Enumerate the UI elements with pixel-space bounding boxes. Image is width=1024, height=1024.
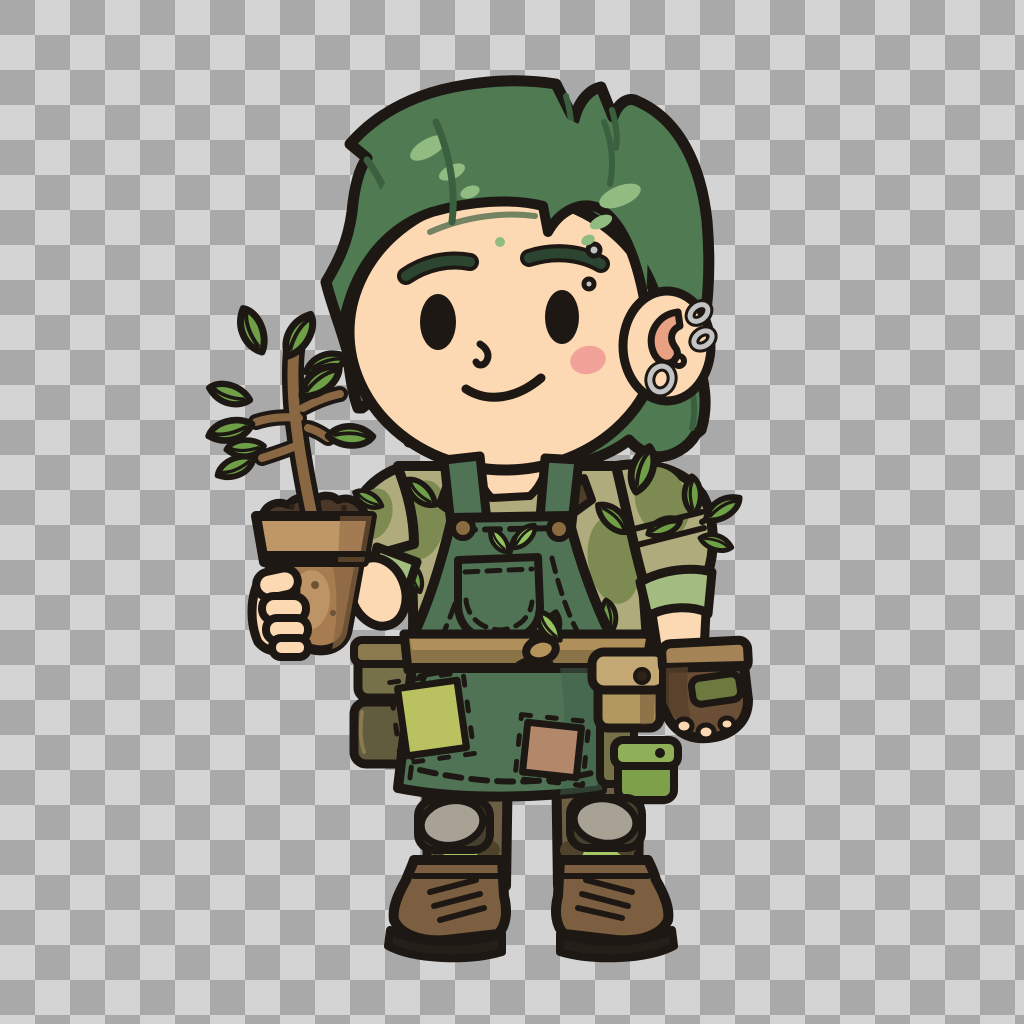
sapling-leaf: [238, 306, 267, 355]
patch-brown: [515, 715, 589, 786]
eye-left: [420, 294, 456, 350]
gripping-hand: [252, 566, 308, 657]
character-illustration: Chibi cartoon gardener character with gr…: [0, 0, 1024, 1024]
knuckle: [720, 718, 734, 730]
sapling-leaf: [207, 376, 252, 413]
combat-boot-right: [556, 860, 674, 958]
tan-belt-pouch: [592, 652, 666, 728]
eyebrow-piercing-bottom: [584, 279, 594, 289]
knee-pads: [418, 795, 642, 850]
glove-strap: [690, 673, 741, 705]
apron-rivet-right: [549, 519, 569, 539]
apron-skirt: [390, 668, 606, 797]
pocket-stitch: [465, 569, 532, 572]
fingerless-glove: [661, 640, 748, 739]
knuckle: [698, 725, 714, 739]
pouch-button: [635, 669, 649, 683]
pouch-button: [655, 748, 665, 758]
knuckle: [676, 719, 692, 733]
eye-right: [545, 290, 579, 344]
eyebrow-piercing-top: [588, 244, 600, 256]
soil-speck: [289, 504, 295, 510]
hair-shine: [495, 237, 505, 247]
apron-rivet-left: [453, 518, 473, 538]
combat-boot-left: [388, 860, 506, 958]
pot-speck: [330, 610, 336, 616]
pot-speck: [311, 581, 319, 589]
sapling-leaf: [327, 421, 374, 451]
green-belt-pouch: [614, 740, 678, 800]
sapling-leaf: [276, 311, 322, 359]
chest-pocket: [458, 557, 540, 641]
transparency-checkerboard: Chibi cartoon gardener character with gr…: [0, 0, 1024, 1024]
soil-speck: [341, 505, 347, 511]
finger: [272, 638, 308, 657]
